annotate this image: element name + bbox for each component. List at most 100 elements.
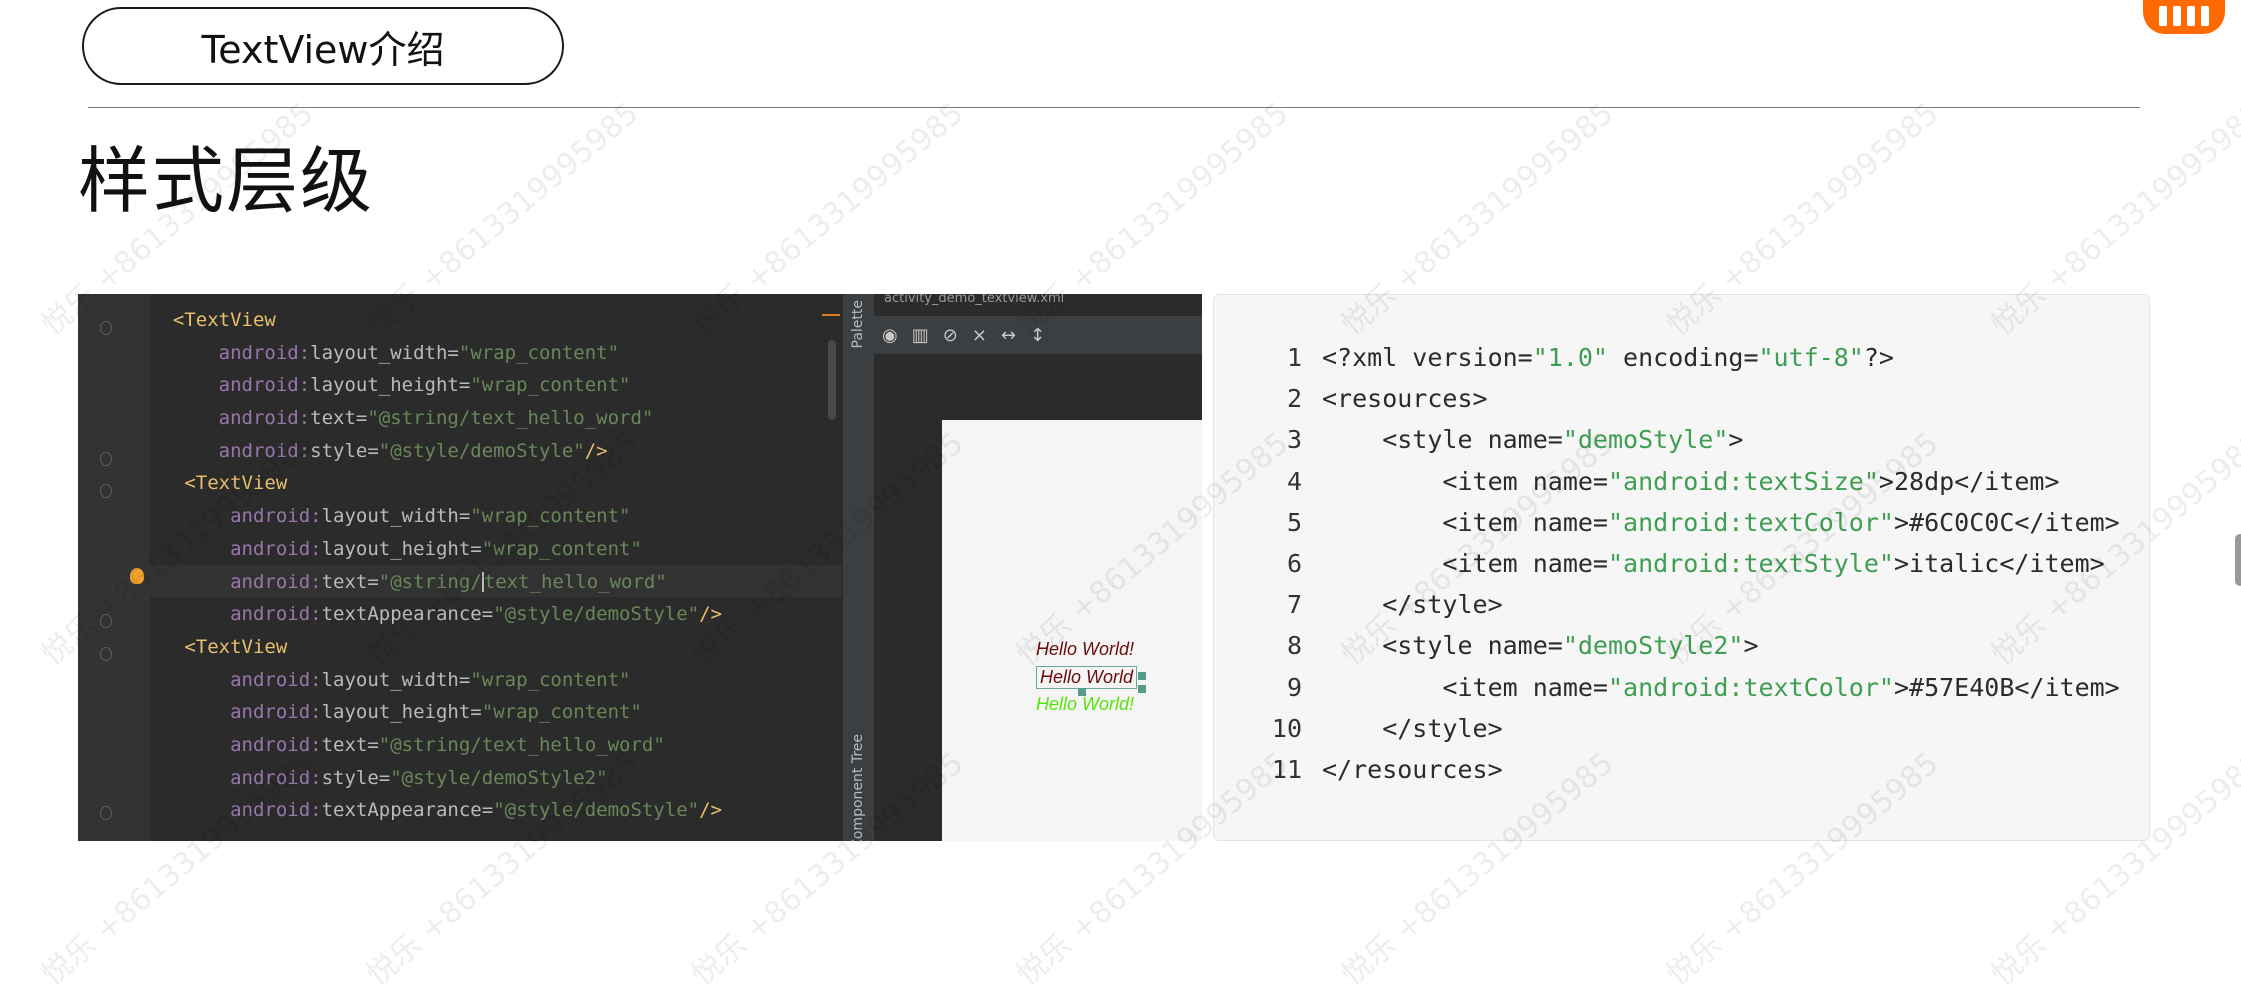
eye-icon[interactable]: ◉: [882, 325, 898, 346]
code-token: </style>: [1322, 713, 1503, 743]
editor-scrollbar[interactable]: [828, 340, 836, 420]
xml-code-line: <item name="android:textSize">28dp</item…: [1322, 466, 2059, 496]
preview-textview-3[interactable]: Hello World!: [1036, 694, 1134, 715]
code-editor[interactable]: <TextView android:layout_width="wrap_con…: [150, 304, 910, 827]
code-line: android:layout_width="wrap_content": [150, 337, 910, 370]
xml-tag: <TextView: [184, 635, 288, 658]
magnet-off-icon[interactable]: ⊘: [943, 325, 958, 346]
fold-marker-icon: [100, 452, 112, 466]
string-literal: "android:textColor": [1607, 507, 1894, 537]
code-token: >: [1728, 425, 1744, 455]
attribute-name: layout_height=: [321, 701, 482, 724]
code-token: >italic</item>: [1893, 549, 2105, 578]
namespace-prefix: android:: [230, 799, 322, 822]
code-token: <item name=: [1322, 507, 1608, 537]
resize-handle[interactable]: [1138, 672, 1146, 680]
code-line: <TextView: [150, 467, 910, 500]
string-literal: "android:textSize": [1607, 466, 1879, 496]
string-literal: "android:textStyle": [1607, 549, 1894, 578]
attribute-name: layout_height=: [321, 537, 482, 560]
namespace-prefix: android:: [230, 701, 322, 724]
line-number: 11: [1271, 755, 1302, 784]
attribute-value: text_hello_word": [483, 570, 667, 593]
code-line: android:layout_width="wrap_content": [150, 500, 910, 533]
attribute-value: "@style/demoStyle": [378, 439, 585, 462]
namespace-prefix: android:: [230, 537, 322, 560]
code-token: <style name=: [1322, 631, 1563, 661]
lightbulb-icon[interactable]: [130, 568, 144, 584]
string-literal: "android:textColor": [1607, 672, 1894, 702]
attribute-name: text=: [321, 733, 379, 756]
attribute-name: layout_width=: [310, 341, 459, 364]
code-token: <?xml version=: [1322, 343, 1533, 372]
attribute-name: layout_width=: [321, 505, 471, 528]
fold-marker-icon: [100, 806, 112, 820]
code-token: </style>: [1322, 590, 1503, 620]
xml-code-line: </style>: [1322, 713, 1503, 743]
attribute-value: "@string/text_hello_word": [367, 407, 654, 430]
line-number: 6: [1286, 549, 1302, 578]
side-handle[interactable]: [2235, 534, 2241, 586]
code-line: android:layout_height="wrap_content": [150, 369, 910, 402]
code-line: android:textAppearance="@style/demoStyle…: [150, 794, 910, 827]
attribute-name: textAppearance=: [321, 603, 494, 626]
code-token: <item name=: [1322, 672, 1608, 702]
layout-canvas[interactable]: Hello World! Hello World Hello World!: [942, 420, 1202, 841]
namespace-prefix: android:: [230, 570, 322, 593]
xml-tag: <TextView: [172, 309, 276, 331]
attribute-value: "@string/text_hello_word": [378, 733, 665, 756]
attribute-name: text=: [310, 407, 368, 430]
namespace-prefix: android:: [218, 341, 311, 364]
ide-screenshot: <TextView android:layout_width="wrap_con…: [78, 294, 1202, 841]
component-tree-tab[interactable]: Component Tree: [850, 734, 866, 841]
blueprint-icon[interactable]: ▥: [912, 325, 929, 346]
attribute-name: text=: [321, 570, 379, 593]
attribute-value: "wrap_content": [470, 668, 631, 691]
design-file-tab[interactable]: activity_demo_textview.xml: [874, 294, 1202, 310]
attribute-value: "wrap_content": [470, 374, 631, 397]
code-line: <TextView: [150, 631, 910, 664]
vertical-arrows-icon[interactable]: ↕: [1030, 325, 1045, 346]
preview-textview-1[interactable]: Hello World!: [1036, 639, 1134, 660]
preview-textview-2-selected[interactable]: Hello World: [1036, 666, 1138, 689]
code-line: android:layout_height="wrap_content": [150, 533, 910, 566]
code-token: >#57E40B</item>: [1893, 672, 2120, 702]
title-divider: [88, 107, 2140, 108]
string-literal: "utf-8": [1758, 343, 1864, 372]
xml-code-line: </style>: [1322, 590, 1503, 620]
clear-constraints-icon[interactable]: ⨯: [972, 325, 987, 346]
namespace-prefix: android:: [230, 668, 322, 691]
xml-tag: <TextView: [184, 472, 288, 495]
line-number: 7: [1286, 590, 1302, 620]
xml-code-line: </resources>: [1322, 755, 1503, 784]
fold-marker-icon: [100, 484, 112, 498]
code-token: >: [1743, 631, 1759, 661]
attribute-value: "@style/demoStyle2": [390, 766, 608, 789]
design-toolbar: ◉ ▥ ⊘ ⨯ ↔ ↕: [874, 316, 1202, 354]
palette-tab[interactable]: Palette: [850, 300, 866, 349]
attribute-name: style=: [321, 766, 391, 789]
xml-code-line: <style name="demoStyle">: [1322, 425, 1743, 454]
attribute-value: "@style/demoStyle": [493, 603, 700, 626]
horizontal-arrows-icon[interactable]: ↔: [1001, 325, 1016, 346]
namespace-prefix: android:: [218, 374, 311, 397]
attribute-value: "wrap_content": [481, 701, 642, 724]
xml-code-line: <style name="demoStyle2">: [1322, 631, 1759, 661]
resize-handle[interactable]: [1138, 685, 1146, 693]
xml-code-line: <?xml version="1.0" encoding="utf-8"?>: [1322, 343, 1894, 372]
xml-code-line: <item name="android:textStyle">italic</i…: [1322, 549, 2105, 578]
code-line: android:textAppearance="@style/demoStyle…: [150, 598, 910, 631]
code-token: <style name=: [1322, 425, 1563, 455]
design-preview-panel: activity_demo_textview.xml ◉ ▥ ⊘ ⨯ ↔ ↕ H…: [874, 294, 1202, 841]
